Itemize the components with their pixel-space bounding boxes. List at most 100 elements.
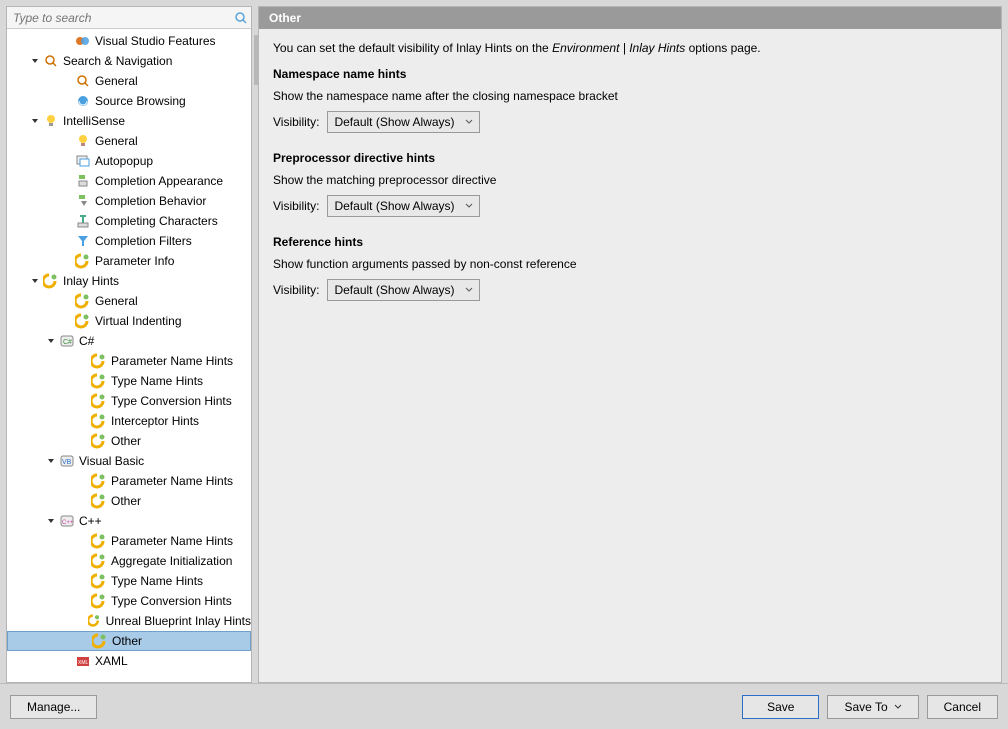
svg-text:C++: C++ bbox=[62, 520, 74, 526]
tree-item[interactable]: Completion Behavior bbox=[7, 191, 251, 211]
tree-item[interactable]: Type Name Hints bbox=[7, 571, 251, 591]
hint-icon bbox=[91, 473, 107, 489]
tree-item-label: Parameter Name Hints bbox=[111, 534, 233, 548]
tree-item[interactable]: Visual Studio Features bbox=[7, 31, 251, 51]
tree-item-label: Source Browsing bbox=[95, 94, 186, 108]
settings-section: Namespace name hints Show the namespace n… bbox=[273, 67, 987, 133]
tree-item[interactable]: Type Conversion Hints bbox=[7, 391, 251, 411]
tree-item-label: Aggregate Initialization bbox=[111, 554, 232, 568]
hint-icon bbox=[91, 353, 107, 369]
expand-caret-icon[interactable] bbox=[29, 275, 41, 287]
tree-item[interactable]: Completion Filters bbox=[7, 231, 251, 251]
visibility-row: Visibility:Default (Show Always) bbox=[273, 111, 987, 133]
tree-item[interactable]: Search & Navigation bbox=[7, 51, 251, 71]
intro-pre: You can set the default visibility of In… bbox=[273, 41, 552, 55]
tree-item[interactable]: Interceptor Hints bbox=[7, 411, 251, 431]
hint-icon bbox=[43, 273, 59, 289]
tree-item-label: Visual Studio Features bbox=[95, 34, 216, 48]
tree-item-label: Search & Navigation bbox=[63, 54, 172, 68]
tree-item[interactable]: IntelliSense bbox=[7, 111, 251, 131]
tree-item-label: Parameter Name Hints bbox=[111, 474, 233, 488]
tree-item[interactable]: Completion Appearance bbox=[7, 171, 251, 191]
section-title: Namespace name hints bbox=[273, 67, 987, 81]
svg-text:C#: C# bbox=[63, 339, 72, 346]
options-tree[interactable]: Visual Studio Features Search & Navigatio… bbox=[7, 29, 251, 682]
section-description: Show the namespace name after the closin… bbox=[273, 89, 987, 103]
tree-item[interactable]: C#C# bbox=[7, 331, 251, 351]
tree-item[interactable]: Parameter Name Hints bbox=[7, 531, 251, 551]
content-panel: Other You can set the default visibility… bbox=[258, 6, 1002, 683]
bulb2-icon bbox=[75, 133, 91, 149]
chevron-down-icon bbox=[894, 703, 902, 711]
tree-item-label: Visual Basic bbox=[79, 454, 144, 468]
tree-item[interactable]: General bbox=[7, 131, 251, 151]
vs-icon bbox=[75, 33, 91, 49]
tree-item[interactable]: Parameter Name Hints bbox=[7, 471, 251, 491]
search-icon[interactable] bbox=[233, 10, 249, 26]
tree-item[interactable]: Autopopup bbox=[7, 151, 251, 171]
visibility-dropdown[interactable]: Default (Show Always) bbox=[327, 195, 479, 217]
expand-caret-icon[interactable] bbox=[29, 115, 41, 127]
tree-item-label: Inlay Hints bbox=[63, 274, 119, 288]
cpp-icon: C++ bbox=[59, 513, 75, 529]
visibility-label: Visibility: bbox=[273, 283, 319, 297]
tree-item[interactable]: Parameter Name Hints bbox=[7, 351, 251, 371]
comp-char-icon bbox=[75, 213, 91, 229]
hint-icon bbox=[91, 413, 107, 429]
dropdown-value: Default (Show Always) bbox=[334, 115, 454, 129]
expand-caret-icon[interactable] bbox=[45, 335, 57, 347]
content-title: Other bbox=[259, 7, 1001, 29]
settings-section: Reference hintsShow function arguments p… bbox=[273, 235, 987, 301]
tree-item-label: Parameter Name Hints bbox=[111, 354, 233, 368]
tree-item-label: Type Name Hints bbox=[111, 574, 203, 588]
tree-item-label: Autopopup bbox=[95, 154, 153, 168]
bulb-icon bbox=[43, 113, 59, 129]
tree-item[interactable]: Inlay Hints bbox=[7, 271, 251, 291]
tree-item[interactable]: VB Visual Basic bbox=[7, 451, 251, 471]
save-button[interactable]: Save bbox=[742, 695, 819, 719]
save-to-label: Save To bbox=[844, 700, 887, 714]
visibility-dropdown[interactable]: Default (Show Always) bbox=[327, 279, 479, 301]
tree-item[interactable]: C++ C++ bbox=[7, 511, 251, 531]
tree-item-label: C++ bbox=[79, 514, 102, 528]
tree-item-label: Type Name Hints bbox=[111, 374, 203, 388]
source-icon bbox=[75, 93, 91, 109]
hint-icon bbox=[91, 493, 107, 509]
manage-button[interactable]: Manage... bbox=[10, 695, 97, 719]
sidebar: Visual Studio Features Search & Navigatio… bbox=[6, 6, 252, 683]
tree-item[interactable]: Type Conversion Hints bbox=[7, 591, 251, 611]
expand-caret-icon[interactable] bbox=[45, 455, 57, 467]
tree-item[interactable]: Other bbox=[7, 631, 251, 651]
tree-item[interactable]: General bbox=[7, 71, 251, 91]
tree-item[interactable]: Aggregate Initialization bbox=[7, 551, 251, 571]
save-to-button[interactable]: Save To bbox=[827, 695, 918, 719]
hint-icon bbox=[75, 293, 91, 309]
tree-item[interactable]: Source Browsing bbox=[7, 91, 251, 111]
visibility-dropdown[interactable]: Default (Show Always) bbox=[327, 111, 479, 133]
tree-item-label: Virtual Indenting bbox=[95, 314, 182, 328]
tree-item-label: XAML bbox=[95, 654, 128, 668]
tree-item-label: General bbox=[95, 134, 138, 148]
vb-icon: VB bbox=[59, 453, 75, 469]
tree-item[interactable]: Other bbox=[7, 491, 251, 511]
tree-item[interactable]: Completing Characters bbox=[7, 211, 251, 231]
tree-item[interactable]: Unreal Blueprint Inlay Hints bbox=[7, 611, 251, 631]
tree-item[interactable]: Virtual Indenting bbox=[7, 311, 251, 331]
tree-item[interactable]: General bbox=[7, 291, 251, 311]
expand-caret-icon[interactable] bbox=[45, 515, 57, 527]
tree-item-label: Other bbox=[111, 434, 141, 448]
expand-caret-icon[interactable] bbox=[29, 55, 41, 67]
visibility-label: Visibility: bbox=[273, 199, 319, 213]
tree-item[interactable]: Parameter Info bbox=[7, 251, 251, 271]
filter-icon bbox=[75, 233, 91, 249]
hint-icon bbox=[91, 373, 107, 389]
search-row bbox=[7, 7, 251, 29]
hint-icon bbox=[75, 253, 91, 269]
cancel-button[interactable]: Cancel bbox=[927, 695, 998, 719]
search-input[interactable] bbox=[9, 9, 233, 27]
hint-icon bbox=[91, 593, 107, 609]
tree-item[interactable]: Other bbox=[7, 431, 251, 451]
intro-text: You can set the default visibility of In… bbox=[273, 41, 987, 55]
tree-item[interactable]: Type Name Hints bbox=[7, 371, 251, 391]
tree-item[interactable]: XMLXAML bbox=[7, 651, 251, 671]
